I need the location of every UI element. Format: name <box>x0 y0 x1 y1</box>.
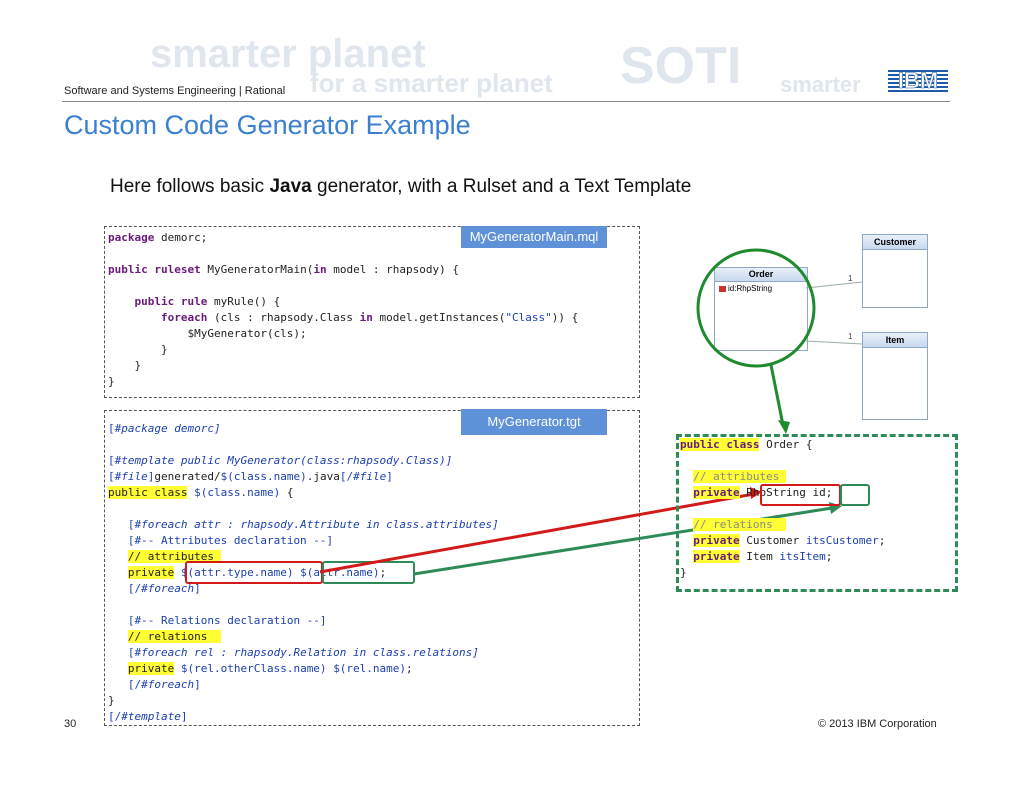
id-box <box>840 484 870 506</box>
association-line-customer <box>805 281 863 289</box>
copyright: © 2013 IBM Corporation <box>818 718 937 730</box>
multiplicity-customer: 1 <box>848 274 853 283</box>
circle-to-code-arrow <box>769 364 785 426</box>
generated-code: public class Order { // attributes priva… <box>680 438 886 579</box>
page-number: 30 <box>64 718 77 730</box>
circle-to-code-arrowhead <box>778 420 790 434</box>
rhpstring-box <box>760 484 841 506</box>
order-highlight-circle <box>696 248 816 368</box>
multiplicity-item: 1 <box>848 332 853 341</box>
association-line-item <box>805 340 863 345</box>
diagram-overlay <box>319 248 863 576</box>
